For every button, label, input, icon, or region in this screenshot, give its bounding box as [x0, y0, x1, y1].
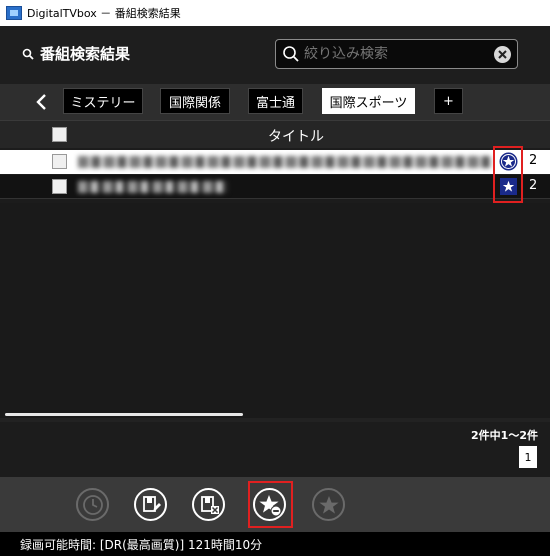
table-header: タイトル — [0, 120, 550, 148]
window-titlebar: DigitalTVbox － 番組検索結果 — [0, 0, 550, 26]
delete-reservation-button[interactable] — [192, 488, 225, 521]
clock-icon — [82, 494, 103, 515]
tab-international-relations[interactable]: 国際関係 — [160, 88, 230, 114]
pagination-area: 2件中1～2件 1 — [0, 422, 550, 477]
result-count: 2件中1～2件 — [471, 429, 538, 442]
highlight-box — [493, 146, 523, 203]
search-icon — [22, 48, 34, 60]
row-checkbox[interactable] — [52, 154, 67, 169]
row-checkbox[interactable] — [52, 179, 67, 194]
page-title: 番組検索結果 — [22, 43, 130, 64]
search-box[interactable] — [275, 39, 518, 69]
table-row[interactable]: 2 — [0, 175, 550, 199]
page-number-button[interactable]: 1 — [519, 446, 537, 468]
search-icon — [283, 46, 299, 62]
add-favorite-button[interactable] — [312, 488, 345, 521]
chevron-left-icon[interactable] — [34, 92, 50, 112]
tab-international-sports[interactable]: 国際スポーツ — [322, 88, 415, 114]
clear-search-button[interactable] — [494, 46, 511, 63]
edit-reservation-icon — [142, 495, 161, 512]
add-favorite-star-icon — [318, 495, 339, 514]
tab-bar: ミステリー 国際関係 富士通 国際スポーツ + — [0, 84, 550, 120]
episode-count: 2 — [529, 178, 538, 193]
tab-fujitsu[interactable]: 富士通 — [248, 88, 303, 114]
program-title-redacted — [78, 181, 228, 193]
program-title-redacted — [78, 156, 490, 168]
status-bar: 録画可能時間: [DR(最高画質)] 121時間10分 — [0, 532, 550, 556]
column-header-title: タイトル — [268, 129, 324, 145]
close-icon — [498, 50, 507, 59]
page-title-text: 番組検索結果 — [40, 45, 131, 63]
add-tab-button[interactable]: + — [434, 88, 463, 114]
app-icon — [6, 6, 22, 20]
delete-reservation-icon — [200, 495, 219, 514]
select-all-checkbox[interactable] — [52, 127, 67, 142]
highlight-box — [248, 481, 293, 528]
table-row[interactable]: 2 — [0, 150, 550, 174]
clock-button[interactable] — [76, 488, 109, 521]
result-list-area — [0, 203, 550, 418]
edit-reservation-button[interactable] — [134, 488, 167, 521]
episode-count: 2 — [529, 153, 538, 168]
recording-time-status: 録画可能時間: [DR(最高画質)] 121時間10分 — [20, 537, 263, 552]
tab-mystery[interactable]: ミステリー — [63, 88, 143, 114]
window-title: DigitalTVbox － 番組検索結果 — [27, 7, 181, 20]
header: 番組検索結果 — [0, 26, 550, 84]
search-input[interactable] — [304, 46, 484, 62]
horizontal-scrollbar[interactable] — [5, 413, 243, 416]
